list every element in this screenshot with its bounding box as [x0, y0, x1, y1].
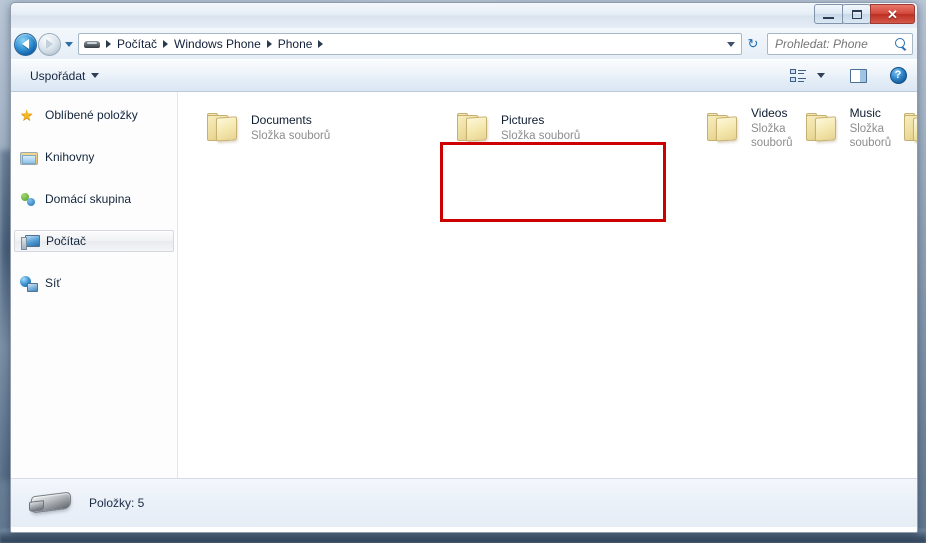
view-mode-dropdown[interactable] [813, 64, 829, 88]
folder-icon [706, 113, 740, 143]
sidebar-item-homegroup[interactable]: Domácí skupina [14, 188, 174, 210]
view-mode-button[interactable] [785, 64, 811, 88]
window-controls: ✕ [814, 4, 915, 24]
organize-label: Uspořádat [30, 68, 86, 83]
sidebar-item-libraries[interactable]: Knihovny [14, 146, 174, 168]
sidebar-item-label: Počítač [46, 234, 87, 248]
file-name: Music [849, 106, 881, 120]
status-bar: Položky: 5 [11, 478, 917, 527]
preview-pane-button[interactable] [845, 64, 871, 88]
network-icon [20, 275, 38, 292]
sidebar-item-label: Knihovny [45, 150, 95, 164]
file-item-pictures[interactable]: Pictures Složka souborů [450, 104, 700, 152]
history-dropdown-icon[interactable] [65, 41, 73, 47]
help-button[interactable]: ? [885, 64, 911, 88]
command-toolbar: Uspořádat ? [11, 59, 917, 92]
breadcrumb-separator-icon[interactable] [266, 40, 272, 48]
file-item-documents[interactable]: Documents Složka souborů [200, 104, 450, 152]
maximize-button[interactable] [842, 4, 871, 24]
sidebar-item-network[interactable]: Síť [14, 272, 174, 294]
star-icon: ★ [20, 106, 34, 124]
file-item-videos[interactable]: Videos Složka souborů [700, 104, 799, 152]
minimize-button[interactable] [814, 4, 843, 24]
homegroup-icon [20, 192, 37, 207]
chevron-down-icon [817, 73, 825, 78]
window-body: ★ Oblíbené položky Knihovny Domácí skupi… [11, 92, 917, 478]
breadcrumb-item-windows-phone[interactable]: Windows Phone [171, 35, 264, 53]
file-name: Documents [251, 113, 312, 127]
search-box[interactable] [767, 33, 913, 55]
explorer-window: ✕ Počítač Windows Phone Phone ↻ Prohleda… [10, 2, 918, 533]
chevron-down-icon [91, 73, 100, 78]
forward-arrow-icon [46, 39, 53, 49]
sidebar-item-computer[interactable]: Počítač [14, 230, 174, 252]
view-mode-icon [790, 68, 806, 83]
file-type: Složka souborů [501, 130, 581, 142]
title-bar: ✕ [11, 3, 917, 29]
library-icon [20, 150, 38, 165]
file-type: Složka souborů [251, 130, 331, 142]
help-icon: ? [889, 67, 907, 84]
folder-icon [456, 113, 490, 143]
folder-icon [206, 113, 240, 143]
close-icon: ✕ [887, 6, 898, 22]
file-list-pane[interactable]: Documents Složka souborů Pictures Složka… [178, 92, 917, 478]
preview-pane-icon [849, 68, 867, 83]
item-count-label: Položky: 5 [89, 496, 145, 510]
file-text: Music Složka souborů [850, 106, 892, 150]
file-type: Složka souborů [849, 123, 892, 149]
refresh-button[interactable]: ↻ [742, 33, 764, 55]
organize-button[interactable]: Uspořádat [23, 65, 106, 87]
minimize-icon [823, 16, 834, 19]
file-name: Videos [751, 106, 788, 120]
breadcrumb-dropdown-icon[interactable] [727, 41, 735, 47]
breadcrumb-bar[interactable]: Počítač Windows Phone Phone [78, 33, 742, 55]
sidebar-item-label: Síť [45, 276, 61, 290]
back-button[interactable] [14, 32, 37, 56]
breadcrumb-separator-icon[interactable] [106, 40, 111, 48]
file-text: Documents Složka souborů [251, 113, 330, 143]
search-icon [895, 37, 908, 51]
sidebar-item-favorites[interactable]: ★ Oblíbené položky [14, 104, 174, 126]
file-grid: Documents Složka souborů Pictures Složka… [178, 100, 917, 156]
breadcrumb-separator-icon[interactable] [318, 40, 324, 48]
file-text: Pictures Složka souborů [501, 113, 580, 143]
close-button[interactable]: ✕ [870, 4, 915, 24]
maximize-icon [851, 9, 862, 19]
navigation-pane: ★ Oblíbené položky Knihovny Domácí skupi… [11, 92, 178, 478]
file-name: Pictures [501, 113, 545, 127]
toolbar-right-group: ? [785, 64, 911, 88]
folder-icon [805, 113, 839, 143]
breadcrumb-separator-icon[interactable] [163, 40, 169, 48]
breadcrumb-item-phone[interactable]: Phone [275, 35, 316, 53]
search-input[interactable] [775, 37, 895, 51]
folder-icon [903, 113, 917, 143]
portable-device-icon [84, 39, 101, 50]
usb-drive-icon [27, 488, 75, 518]
computer-icon [21, 234, 40, 250]
file-item-ringtones[interactable]: Ringtones Složka souborů [897, 104, 917, 152]
breadcrumb-item-computer[interactable]: Počítač [114, 35, 160, 53]
sidebar-item-label: Oblíbené položky [45, 108, 138, 122]
file-type: Složka souborů [751, 123, 793, 149]
forward-button[interactable] [38, 32, 61, 56]
file-item-music[interactable]: Music Složka souborů [799, 104, 898, 152]
address-bar-row: Počítač Windows Phone Phone ↻ [11, 29, 917, 59]
sidebar-item-label: Domácí skupina [45, 192, 132, 206]
back-arrow-icon [22, 39, 29, 49]
refresh-icon: ↻ [747, 36, 759, 51]
file-text: Videos Složka souborů [751, 106, 793, 150]
